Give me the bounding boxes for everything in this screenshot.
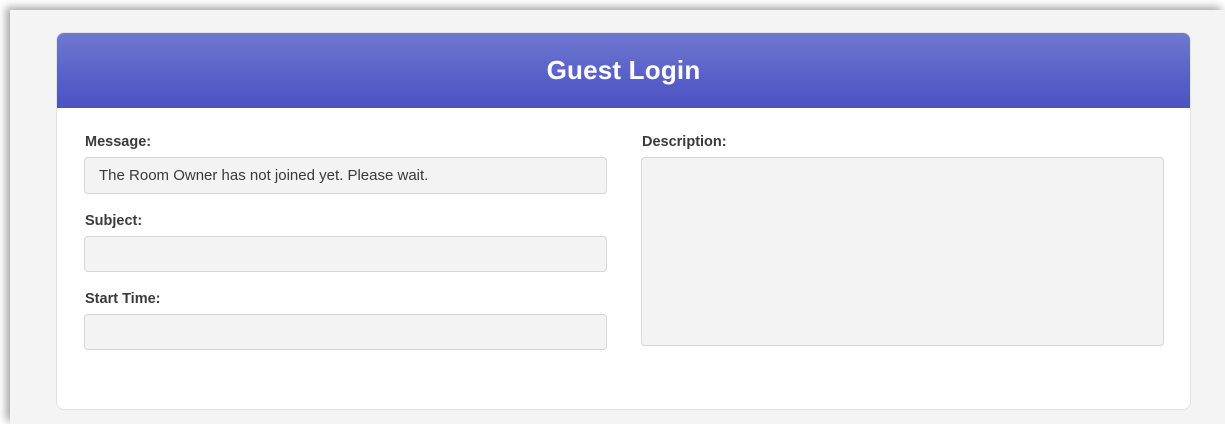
start-time-label: Start Time: [85,291,161,307]
message-label: Message: [85,134,152,150]
subject-label: Subject: [85,213,143,229]
page-title: Guest Login [546,55,701,85]
guest-login-card: Guest Login Message: The Room Owner has … [56,32,1191,410]
message-field[interactable]: The Room Owner has not joined yet. Pleas… [84,157,607,194]
card-header: Guest Login [57,33,1190,108]
description-textarea[interactable] [641,157,1164,346]
start-time-field[interactable] [84,314,607,350]
message-value: The Room Owner has not joined yet. Pleas… [99,167,429,184]
subject-field[interactable] [84,236,607,272]
description-label: Description: [642,134,727,150]
